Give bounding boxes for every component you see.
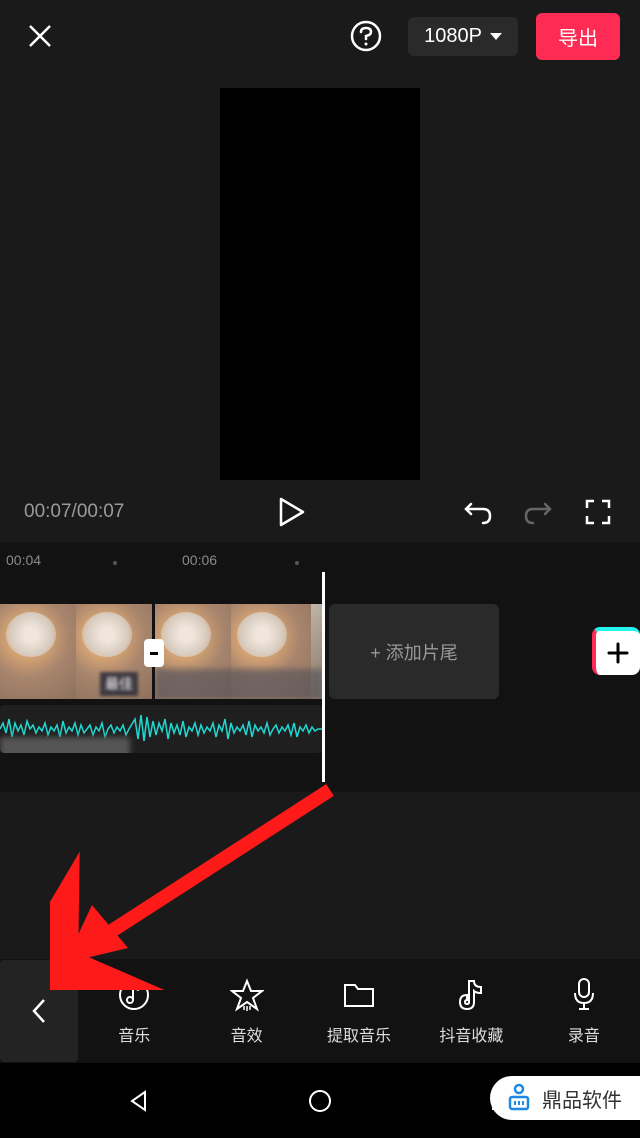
timeline[interactable]: 00:04 00:06 最佳 + 添加片尾 [0, 542, 640, 792]
mic-icon [571, 977, 597, 1013]
audio-track[interactable] [0, 705, 322, 753]
resolution-select[interactable]: 1080P [408, 17, 518, 56]
close-button[interactable] [20, 16, 60, 56]
add-ending-label: + 添加片尾 [370, 639, 458, 665]
preview-area [0, 72, 640, 482]
star-icon [230, 978, 264, 1012]
tool-sound-effect[interactable]: 音效 [190, 977, 302, 1046]
video-clip[interactable] [155, 604, 323, 699]
play-icon [279, 497, 305, 527]
playhead[interactable] [322, 572, 325, 782]
plus-icon [606, 641, 630, 665]
nav-home[interactable] [302, 1083, 338, 1119]
ruler-label: 00:04 [6, 552, 41, 568]
clip-badge: 最佳 [100, 672, 138, 696]
tool-label: 录音 [568, 1022, 600, 1046]
tool-label: 抖音收藏 [439, 1022, 503, 1046]
ruler-label: 00:06 [182, 552, 217, 568]
tool-label: 提取音乐 [327, 1022, 391, 1046]
fullscreen-icon [584, 498, 612, 526]
music-icon [117, 978, 151, 1012]
add-clip-button[interactable] [592, 627, 640, 675]
clips-row: 最佳 + 添加片尾 [0, 604, 640, 699]
clip-join-handle[interactable] [144, 639, 164, 667]
close-icon [26, 22, 54, 50]
redo-button[interactable] [520, 494, 556, 530]
tool-label: 音乐 [118, 1022, 150, 1046]
douyin-icon [456, 978, 486, 1012]
tool-music[interactable]: 音乐 [78, 977, 190, 1046]
back-button[interactable] [0, 960, 78, 1062]
circle-icon [307, 1088, 333, 1114]
ruler-tick [113, 561, 117, 565]
header: 1080P 导出 [0, 0, 640, 72]
redo-icon [523, 498, 553, 526]
help-icon [349, 19, 383, 53]
add-ending-button[interactable]: + 添加片尾 [329, 604, 499, 699]
folder-icon [342, 980, 376, 1010]
chevron-down-icon [490, 33, 502, 40]
tool-label: 音效 [231, 1022, 263, 1046]
time-display: 00:07/00:07 [24, 501, 124, 523]
video-clip[interactable]: 最佳 [0, 604, 152, 699]
resolution-value: 1080P [424, 25, 482, 48]
playback-controls: 00:07/00:07 [0, 482, 640, 542]
export-label: 导出 [558, 28, 598, 50]
help-button[interactable] [346, 16, 386, 56]
tool-extract-music[interactable]: 提取音乐 [303, 977, 415, 1046]
watermark: 鼎品软件 [490, 1076, 640, 1120]
triangle-left-icon [127, 1089, 151, 1113]
tool-record[interactable]: 录音 [528, 977, 640, 1046]
audio-row [0, 705, 640, 753]
bottom-toolbar: 音乐 音效 提取音乐 抖音收藏 [0, 959, 640, 1063]
nav-back[interactable] [121, 1083, 157, 1119]
chevron-left-icon [30, 996, 48, 1026]
fullscreen-button[interactable] [580, 494, 616, 530]
watermark-text: 鼎品软件 [542, 1084, 622, 1113]
arrow-annotation [50, 770, 350, 990]
ruler-tick [295, 561, 299, 565]
undo-icon [463, 498, 493, 526]
preview-video[interactable] [220, 88, 420, 480]
export-button[interactable]: 导出 [536, 13, 620, 60]
watermark-logo-icon [504, 1083, 534, 1113]
timeline-ruler: 00:04 00:06 [0, 552, 640, 576]
tool-douyin-favorites[interactable]: 抖音收藏 [415, 977, 527, 1046]
undo-button[interactable] [460, 494, 496, 530]
play-button[interactable] [274, 494, 310, 530]
